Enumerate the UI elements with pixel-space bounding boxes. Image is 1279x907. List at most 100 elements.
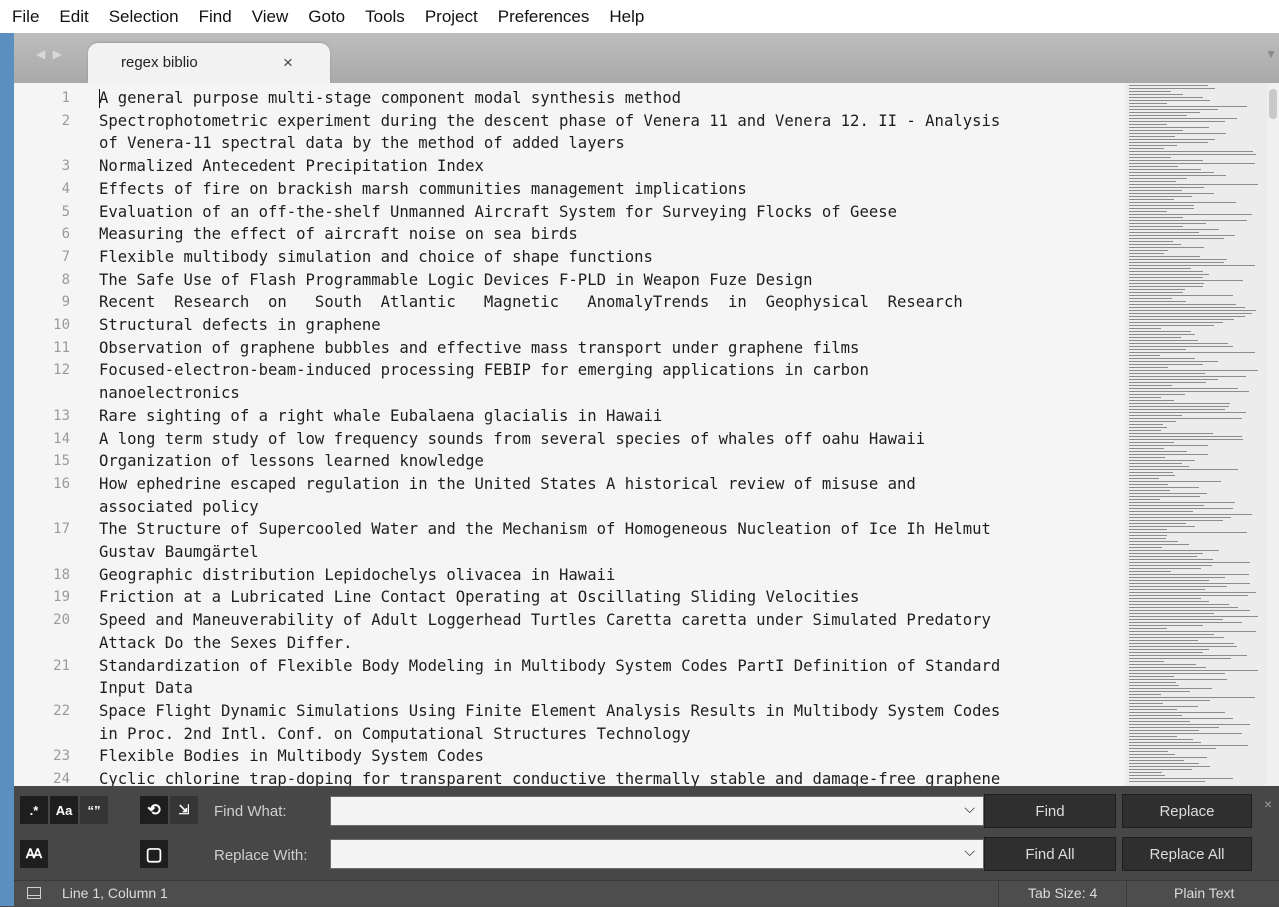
code-line[interactable]: Focused-electron-beam-induced processing… [99, 359, 1129, 382]
minimap-line [1129, 184, 1258, 185]
menu-help[interactable]: Help [599, 0, 654, 33]
minimap-line [1129, 472, 1173, 473]
minimap-line [1129, 241, 1173, 242]
menu-goto[interactable]: Goto [298, 0, 355, 33]
tab-nav-arrows-icon[interactable]: ◀ ▶ [36, 47, 64, 61]
menu-preferences[interactable]: Preferences [488, 0, 600, 33]
code-line[interactable]: A long term study of low frequency sound… [99, 428, 1129, 451]
menu-edit[interactable]: Edit [49, 0, 98, 33]
find-what-input[interactable] [331, 797, 949, 827]
code-line[interactable]: A general purpose multi-stage component … [99, 87, 1129, 110]
menu-selection[interactable]: Selection [99, 0, 189, 33]
code-line[interactable]: Measuring the effect of aircraft noise o… [99, 223, 1129, 246]
minimap-line [1129, 574, 1249, 575]
minimap-line [1129, 304, 1236, 305]
code-line[interactable]: The Safe Use of Flash Programmable Logic… [99, 269, 1129, 292]
line-number: 3 [61, 158, 70, 175]
in-selection-toggle[interactable]: ⇲ [170, 796, 198, 824]
code-line[interactable]: Observation of graphene bubbles and effe… [99, 337, 1129, 360]
replace-with-combo[interactable]: ⌵ [330, 839, 984, 870]
minimap-line [1129, 508, 1233, 509]
close-icon[interactable]: × [1264, 796, 1272, 812]
menu-bar: File Edit Selection Find View Goto Tools… [0, 0, 1279, 33]
find-all-button[interactable]: Find All [984, 837, 1116, 871]
code-line[interactable]: Spectrophotometric experiment during the… [99, 110, 1129, 133]
vertical-scrollbar[interactable] [1267, 83, 1279, 786]
code-line[interactable]: Input Data [99, 677, 1129, 700]
syntax-selector[interactable]: Plain Text [1174, 885, 1234, 901]
menu-find[interactable]: Find [189, 0, 242, 33]
code-line[interactable]: The Structure of Supercooled Water and t… [99, 518, 1129, 541]
minimap-line [1129, 322, 1224, 323]
code-line[interactable]: Normalized Antecedent Precipitation Inde… [99, 155, 1129, 178]
scrollbar-thumb[interactable] [1269, 89, 1277, 119]
code-line[interactable]: Rare sighting of a right whale Eubalaena… [99, 405, 1129, 428]
find-button[interactable]: Find [984, 794, 1116, 828]
code-line[interactable]: Organization of lessons learned knowledg… [99, 450, 1129, 473]
code-line[interactable]: nanoelectronics [99, 382, 1129, 405]
minimap[interactable] [1125, 83, 1267, 786]
replace-all-button[interactable]: Replace All [1122, 837, 1252, 871]
code-line[interactable]: Recent Research on South Atlantic Magnet… [99, 291, 1129, 314]
editor[interactable]: 1 A general purpose multi-stage component… [14, 83, 1279, 786]
panel-toggle-icon[interactable] [27, 887, 41, 899]
code-line[interactable]: Speed and Maneuverability of Adult Logge… [99, 609, 1129, 632]
chevron-down-icon[interactable]: ⌵ [964, 843, 975, 860]
minimap-line [1129, 220, 1248, 221]
whole-word-toggle[interactable]: “” [80, 796, 108, 824]
minimap-line [1129, 667, 1206, 668]
minimap-line [1129, 118, 1238, 119]
minimap-line [1129, 565, 1212, 566]
code-line[interactable]: Flexible Bodies in Multibody System Code… [99, 745, 1129, 768]
chevron-down-icon[interactable]: ⌵ [964, 800, 975, 817]
menu-file[interactable]: File [0, 0, 49, 33]
minimap-line [1129, 544, 1190, 545]
code-line[interactable]: associated policy [99, 496, 1129, 519]
minimap-line [1129, 385, 1172, 386]
code-line[interactable]: Standardization of Flexible Body Modelin… [99, 655, 1129, 678]
minimap-line [1129, 700, 1211, 701]
minimap-line [1129, 298, 1173, 299]
minimap-line [1129, 163, 1255, 164]
code-line[interactable]: Cyclic chlorine trap-doping for transpar… [99, 768, 1129, 786]
highlight-matches-toggle[interactable]: ▢ [140, 840, 168, 868]
minimap-line [1129, 682, 1176, 683]
minimap-line [1129, 502, 1235, 503]
code-line[interactable]: Attack Do the Sexes Differ. [99, 632, 1129, 655]
minimap-line [1129, 262, 1224, 263]
case-sensitive-toggle[interactable]: Aa [50, 796, 78, 824]
find-what-combo[interactable]: ⌵ [330, 796, 984, 827]
minimap-line [1129, 160, 1204, 161]
menu-view[interactable]: View [242, 0, 299, 33]
preserve-case-toggle[interactable]: Ꜳ [20, 840, 48, 868]
code-line[interactable]: of Venera-11 spectral data by the method… [99, 132, 1129, 155]
tab-close-icon[interactable]: × [283, 53, 293, 73]
minimap-line [1129, 187, 1204, 188]
replace-button[interactable]: Replace [1122, 794, 1252, 828]
replace-with-input[interactable] [331, 840, 949, 870]
minimap-line [1129, 571, 1172, 572]
minimap-line [1129, 712, 1225, 713]
code-line[interactable]: Evaluation of an off-the-shelf Unmanned … [99, 201, 1129, 224]
minimap-line [1129, 328, 1162, 329]
code-line[interactable]: Space Flight Dynamic Simulations Using F… [99, 700, 1129, 723]
code-line[interactable]: Friction at a Lubricated Line Contact Op… [99, 586, 1129, 609]
code-line[interactable]: Gustav Baumgärtel [99, 541, 1129, 564]
tab-regex-biblio[interactable]: regex biblio × [88, 43, 330, 83]
code-line[interactable]: Effects of fire on brackish marsh commun… [99, 178, 1129, 201]
wrap-toggle[interactable]: ⟲ [140, 796, 168, 824]
tab-overflow-icon[interactable]: ▼ [1265, 47, 1277, 61]
minimap-line [1129, 454, 1208, 455]
code-line[interactable]: Geographic distribution Lepidochelys oli… [99, 564, 1129, 587]
minimap-line [1129, 148, 1164, 149]
code-line[interactable]: in Proc. 2nd Intl. Conf. on Computationa… [99, 723, 1129, 746]
minimap-line [1129, 685, 1179, 686]
code-line[interactable]: How ephedrine escaped regulation in the … [99, 473, 1129, 496]
regex-toggle[interactable]: .* [20, 796, 48, 824]
minimap-line [1129, 154, 1256, 155]
code-line[interactable]: Structural defects in graphene [99, 314, 1129, 337]
tab-size-selector[interactable]: Tab Size: 4 [1028, 885, 1097, 901]
code-line[interactable]: Flexible multibody simulation and choice… [99, 246, 1129, 269]
menu-project[interactable]: Project [415, 0, 488, 33]
menu-tools[interactable]: Tools [355, 0, 415, 33]
